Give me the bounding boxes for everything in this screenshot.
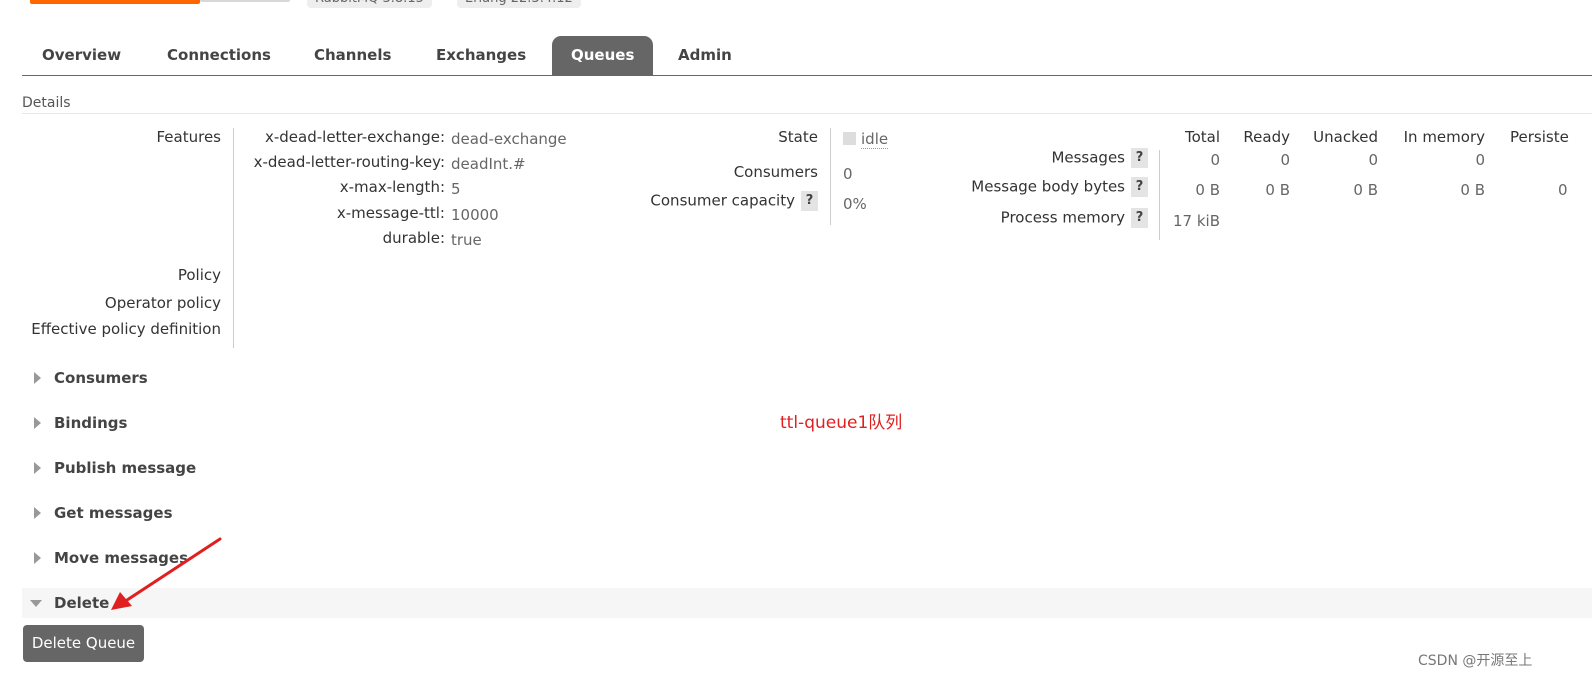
delete-queue-button[interactable]: Delete Queue [23,625,144,662]
effective-policy-label: Effective policy definition [31,320,221,338]
stats-row-label: Messages? [1051,148,1148,168]
expand-arrow-icon [34,462,41,474]
section-consumers[interactable]: Consumers [22,363,1592,393]
feature-value: deadInt.# [451,155,526,173]
section-publish-message[interactable]: Publish message [22,453,1592,483]
consumers-label: Consumers [733,163,818,181]
column-header-unacked: Unacked [1313,128,1378,146]
column-header-persistent: Persiste [1510,128,1569,146]
features-label: Features [156,128,222,146]
expand-arrow-icon [34,372,41,384]
annotation-text: ttl-queue1队列 [780,413,903,433]
details-left-divider [233,128,234,348]
tab-channels[interactable]: Channels [295,36,410,75]
section-title: Publish message [54,459,197,477]
message-body-bytes-label: Message body bytes [971,177,1125,196]
body-bytes-persistent: 0 [1558,181,1568,199]
state-indicator-icon [843,132,856,145]
messages-label: Messages [1051,148,1125,167]
messages-total: 0 [1210,151,1220,169]
process-memory-total: 17 kiB [1173,212,1220,230]
state-label: State [778,128,818,146]
erlang-version-badge: Erlang 22.3.4.12 [457,0,581,8]
messages-ready: 0 [1280,151,1290,169]
rabbitmq-version-badge: RabbitMQ 3.8.15 [307,0,432,8]
details-mid-divider [830,128,831,225]
operator-policy-label: Operator policy [104,294,221,312]
logo-subtitle [200,0,290,2]
expand-arrow-icon [34,507,41,519]
feature-key: x-dead-letter-exchange: [264,128,445,146]
consumer-capacity-label: Consumer capacity? [650,191,818,211]
process-memory-label: Process memory [1000,208,1125,227]
feature-key: x-message-ttl: [336,204,445,222]
section-get-messages[interactable]: Get messages [22,498,1592,528]
body-bytes-in-memory: 0 B [1460,181,1485,199]
stats-row-label: Process memory? [1001,208,1148,228]
feature-value: true [451,231,482,249]
help-icon[interactable]: ? [1131,177,1148,197]
feature-key: durable: [382,229,445,247]
main-nav-tabs: Overview Connections Channels Exchanges … [22,36,1592,76]
messages-in-memory: 0 [1475,151,1485,169]
details-divider [22,113,1592,114]
tab-overview[interactable]: Overview [23,36,140,75]
tab-admin[interactable]: Admin [659,36,751,75]
help-icon[interactable]: ? [801,191,818,211]
section-title: Bindings [54,414,128,432]
section-title: Get messages [54,504,173,522]
feature-key: x-max-length: [339,178,445,196]
column-header-ready: Ready [1243,128,1290,146]
feature-value: dead-exchange [451,130,567,148]
help-icon[interactable]: ? [1131,208,1148,228]
stats-row-label: Message body bytes? [971,177,1148,197]
section-title: Consumers [54,369,148,387]
feature-value: 5 [451,180,461,198]
watermark: CSDN @开源至上 [1418,653,1533,669]
stats-divider [1159,150,1160,240]
section-delete[interactable]: Delete [22,588,1592,618]
messages-unacked: 0 [1368,151,1378,169]
help-icon[interactable]: ? [1131,148,1148,168]
body-bytes-total: 0 B [1195,181,1220,199]
tab-queues[interactable]: Queues [552,36,654,75]
section-move-messages[interactable]: Move messages [22,543,1592,573]
state-value: idle [861,130,889,149]
annotation-arrow-icon [111,537,222,610]
collapse-arrow-icon [30,600,42,607]
details-heading: Details [22,95,71,111]
column-header-total: Total [1184,128,1220,146]
expand-arrow-icon [34,417,41,429]
body-bytes-ready: 0 B [1265,181,1290,199]
tab-exchanges[interactable]: Exchanges [417,36,545,75]
consumer-capacity-text: Consumer capacity [650,191,795,210]
body-bytes-unacked: 0 B [1353,181,1378,199]
policy-label: Policy [177,266,221,284]
feature-value: 10000 [451,206,499,224]
column-header-in-memory: In memory [1403,128,1485,146]
expand-arrow-icon [34,552,41,564]
tab-connections[interactable]: Connections [148,36,290,75]
rabbitmq-logo[interactable] [30,0,200,4]
consumer-capacity-value: 0% [843,195,867,213]
feature-key: x-dead-letter-routing-key: [253,153,445,171]
consumers-value: 0 [843,165,853,183]
